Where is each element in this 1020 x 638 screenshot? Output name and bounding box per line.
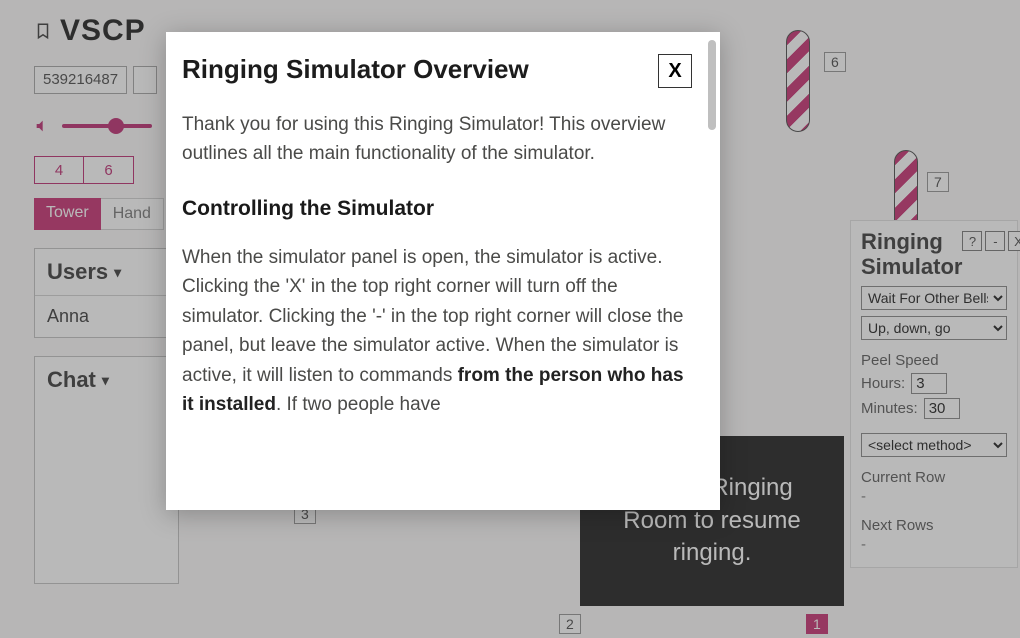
simulator-minimize-button[interactable]: -: [985, 231, 1005, 251]
peel-speed-label: Peel Speed: [861, 352, 1007, 369]
bell-label-1: 1: [806, 614, 828, 634]
simulator-panel-title: Ringing Simulator: [861, 229, 962, 280]
brand-title: VSCP: [60, 14, 146, 48]
current-row-value: -: [861, 488, 1007, 505]
bell-count-selector[interactable]: 4 6: [34, 156, 179, 184]
bell-count-4[interactable]: 4: [34, 156, 84, 184]
minutes-label: Minutes:: [861, 400, 918, 417]
volume-icon: [34, 118, 50, 134]
simulator-close-button[interactable]: X: [1008, 231, 1020, 251]
chat-body: [35, 403, 178, 583]
simulator-call-select[interactable]: Up, down, go: [861, 316, 1007, 340]
bell-label-6: 6: [824, 52, 846, 72]
room-id-field[interactable]: 539216487: [34, 66, 127, 94]
chat-title: Chat: [47, 367, 96, 393]
minutes-input[interactable]: [924, 398, 960, 419]
current-row-label: Current Row: [861, 469, 1007, 486]
bell-sally-6: [786, 30, 810, 132]
hours-input[interactable]: [911, 373, 947, 394]
chat-panel-toggle[interactable]: Chat ▾: [35, 357, 178, 403]
hours-label: Hours:: [861, 375, 905, 392]
next-rows-value: -: [861, 536, 1007, 553]
bell-label-2: 2: [559, 614, 581, 634]
simulator-help-button[interactable]: ?: [962, 231, 982, 251]
brand-row: VSCP: [34, 14, 179, 48]
volume-slider[interactable]: [62, 124, 152, 128]
tab-hand[interactable]: Hand: [101, 198, 164, 230]
modal-paragraph: Thank you for using this Ringing Simulat…: [182, 110, 692, 169]
next-rows-label: Next Rows: [861, 517, 1007, 534]
tab-tower[interactable]: Tower: [34, 198, 101, 230]
simulator-mode-select[interactable]: Wait For Other Bells: [861, 286, 1007, 310]
caret-down-icon: ▾: [102, 372, 109, 389]
method-select[interactable]: <select method>: [861, 433, 1007, 457]
overview-modal: Ringing Simulator Overview X Thank you f…: [166, 32, 720, 510]
list-item: Anna: [35, 295, 178, 337]
modal-title: Ringing Simulator Overview: [182, 54, 529, 85]
bookmark-icon: [34, 19, 52, 43]
users-panel: Users ▾ Anna: [34, 248, 179, 338]
chat-panel: Chat ▾: [34, 356, 179, 584]
users-panel-toggle[interactable]: Users ▾: [35, 249, 178, 295]
modal-scrollbar[interactable]: [708, 40, 716, 130]
caret-down-icon: ▾: [114, 264, 121, 281]
modal-paragraph: When the simulator panel is open, the si…: [182, 243, 692, 420]
bell-count-6[interactable]: 6: [84, 156, 134, 184]
users-title: Users: [47, 259, 108, 285]
modal-subheading: Controlling the Simulator: [182, 197, 692, 221]
modal-close-button[interactable]: X: [658, 54, 692, 88]
copy-id-button[interactable]: [133, 66, 157, 94]
bell-label-7: 7: [927, 172, 949, 192]
simulator-panel: Ringing Simulator ? - X Wait For Other B…: [850, 220, 1018, 568]
